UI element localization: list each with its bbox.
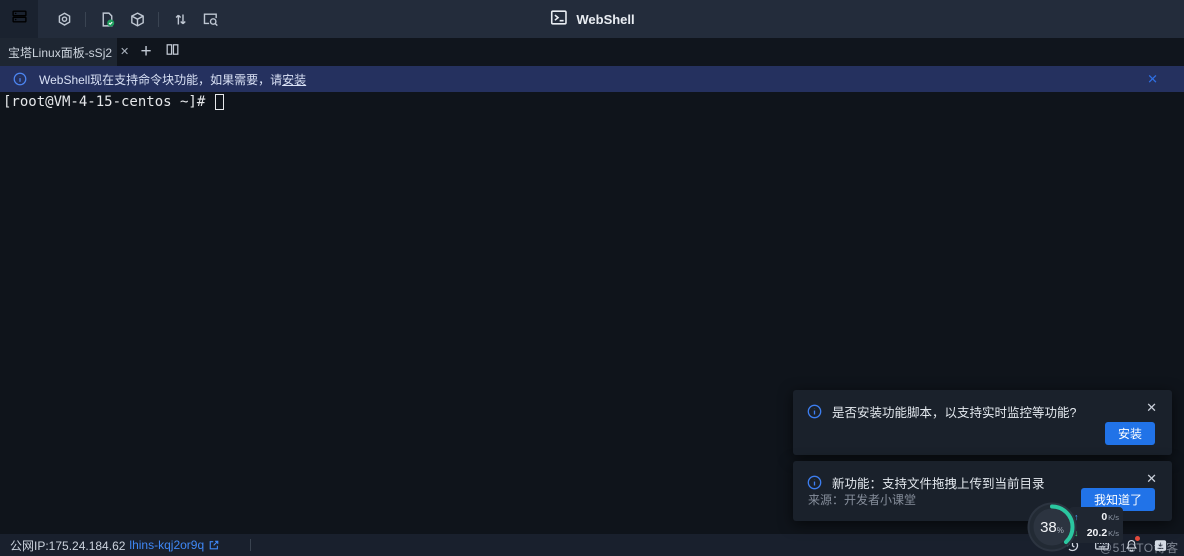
swap-vertical-icon xyxy=(172,11,189,28)
gear-icon xyxy=(56,11,73,28)
status-bar: 公网IP:175.24.184.62 lhins-kqj2or9q xyxy=(0,534,1184,556)
upload-unit: K/s xyxy=(1108,513,1119,522)
install-script-toast: 是否安装功能脚本，以支持实时监控等功能? ✕ 安装 xyxy=(793,390,1172,455)
download-speed-row: ↓ 20.2 K/s xyxy=(1074,527,1119,539)
toast-header: 是否安装功能脚本，以支持实时监控等功能? xyxy=(793,390,1172,421)
external-link-icon[interactable] xyxy=(208,539,220,551)
command-block-banner: WebShell现在支持命令块功能，如果需要，请安装 ✕ xyxy=(0,66,1184,92)
banner-close-icon[interactable]: ✕ xyxy=(1147,73,1158,86)
toast-source: 来源：开发者小课堂 xyxy=(808,491,916,508)
server-list-icon xyxy=(11,8,28,30)
tab-close-icon[interactable]: ✕ xyxy=(120,47,129,58)
public-ip-label: 公网IP:175.24.184.62 xyxy=(10,537,125,554)
package-icon xyxy=(129,11,146,28)
file-check-icon xyxy=(99,11,116,28)
install-button[interactable]: 安装 xyxy=(1105,422,1155,445)
toolbar-divider xyxy=(85,12,86,27)
terminal-prompt-line: [root@VM-4-15-centos ~]# xyxy=(3,94,1184,110)
cpu-usage-gauge[interactable]: 38 % xyxy=(1027,502,1077,552)
status-divider xyxy=(250,539,251,551)
top-toolbar: WebShell xyxy=(0,0,1184,38)
new-tab-button[interactable]: + xyxy=(133,38,159,66)
network-speed-widget[interactable]: ↑ 0 K/s ↓ 20.2 K/s xyxy=(1069,507,1123,543)
gauge-value: 38 xyxy=(1040,519,1057,536)
notification-dot xyxy=(1135,536,1140,541)
window-search-icon xyxy=(202,11,219,28)
download-icon[interactable] xyxy=(1153,538,1168,553)
download-value: 20.2 xyxy=(1087,527,1107,539)
gauge-unit: % xyxy=(1057,526,1064,535)
close-icon[interactable]: ✕ xyxy=(1146,472,1157,485)
split-view-icon xyxy=(165,42,180,62)
command-script-button[interactable] xyxy=(92,4,122,34)
gauge-label: 38 % xyxy=(1027,502,1077,552)
instance-link[interactable]: lhins-kqj2or9q xyxy=(129,538,204,552)
settings-button[interactable] xyxy=(49,4,79,34)
banner-message: WebShell现在支持命令块功能，如果需要，请 xyxy=(39,71,282,88)
info-icon xyxy=(807,475,822,490)
upload-value: 0 xyxy=(1101,511,1107,523)
upload-speed-row: ↑ 0 K/s xyxy=(1074,511,1119,523)
toast-message: 是否安装功能脚本，以支持实时监控等功能? xyxy=(832,402,1076,421)
terminal-cursor xyxy=(215,94,224,110)
split-view-button[interactable] xyxy=(159,38,185,66)
swap-vertical-button[interactable] xyxy=(165,4,195,34)
close-icon[interactable]: ✕ xyxy=(1146,401,1157,414)
info-icon xyxy=(13,72,27,86)
toolbar-divider xyxy=(158,12,159,27)
bell-icon[interactable] xyxy=(1124,538,1139,553)
package-button[interactable] xyxy=(122,4,152,34)
banner-install-link[interactable]: 安装 xyxy=(282,71,306,88)
tab-bar: 宝塔Linux面板-sSj2 ✕ + xyxy=(0,38,1184,66)
toast-message: 新功能：支持文件拖拽上传到当前目录 xyxy=(832,473,1045,492)
download-unit: K/s xyxy=(1108,529,1119,538)
terminal-prompt: [root@VM-4-15-centos ~]# xyxy=(3,94,214,110)
tab-bt-panel[interactable]: 宝塔Linux面板-sSj2 ✕ xyxy=(0,38,117,66)
window-search-button[interactable] xyxy=(195,4,225,34)
terminal-icon xyxy=(549,8,568,30)
info-icon xyxy=(807,404,822,419)
webshell-window: WebShell 宝塔Linux面板-sSj2 ✕ + WebShell现在支持… xyxy=(0,0,1184,556)
session-list-button[interactable] xyxy=(0,0,38,38)
tab-label: 宝塔Linux面板-sSj2 xyxy=(8,44,112,61)
app-title: WebShell xyxy=(576,12,634,27)
app-title-area: WebShell xyxy=(549,0,634,38)
status-left: 公网IP:175.24.184.62 lhins-kqj2or9q xyxy=(0,537,251,554)
